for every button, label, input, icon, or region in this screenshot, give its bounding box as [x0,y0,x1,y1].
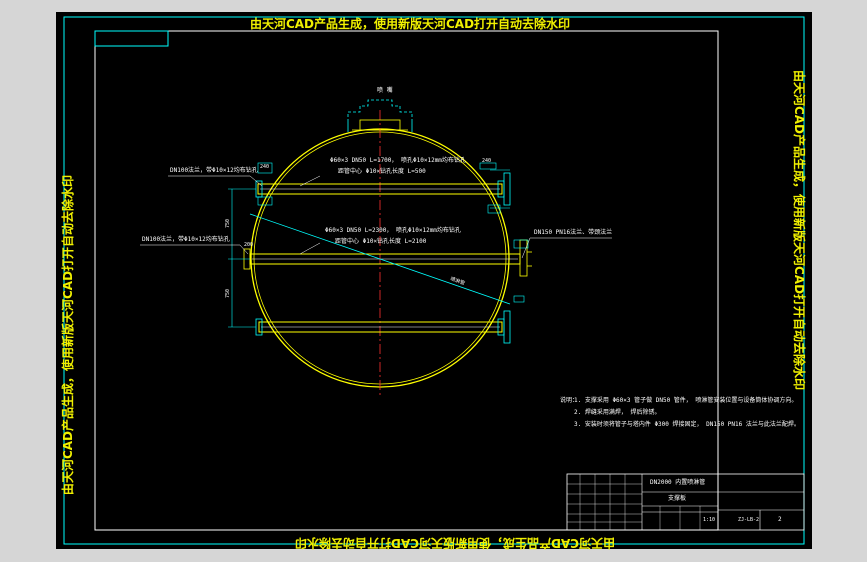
note-line-3: 3. 安装时须将管子与塔内件 Φ300 焊接固定， DN150 PN16 法兰与… [574,420,800,428]
pipe2-callout: DN100法兰，带Φ10×12均布钻孔 [142,235,230,243]
title-code: ZJ-LB-2 [738,517,759,523]
dim-flange: 200 [244,242,253,248]
watermark-right: 由天河CAD产品生成，使用新版天河CAD打开自动去除水印 [792,70,807,390]
watermark-bottom: 由天河CAD产品生成，使用新版天河CAD打开自动去除水印 [295,536,615,551]
cad-drawing[interactable]: 由天河CAD产品生成，使用新版天河CAD打开自动去除水印 由天河CAD产品生成，… [0,0,867,562]
dim-top-left: 240 [260,164,269,170]
title-scale: 1:10 [703,517,715,523]
dim-left-bottom: 750 [225,289,231,298]
drawing-canvas [56,12,812,549]
dim-top-right: 240 [482,158,491,164]
pipe2-spec: Φ60×3 DN50 L=2300， 喷孔Φ10×12mm均布钻孔 [325,226,461,234]
pipe1-sub: 距管中心 Φ10×钻孔长度 L=500 [338,167,426,175]
note-line-1: 1. 支撑采用 Φ60×3 管子做 DN50 管件， 喷淋管安装位置与设备筒体协… [574,396,797,404]
title-sheet: 2 [778,516,782,523]
watermark-top: 由天河CAD产品生成，使用新版天河CAD打开自动去除水印 [250,16,570,31]
dim-left-top: 750 [225,219,231,228]
pipe1-callout: DN100法兰，带Φ10×12均布钻孔 [170,166,258,174]
pipe1-spec: Φ60×3 DN50 L=1700， 喷孔Φ10×12mm均布钻孔 [330,156,466,164]
pipe2-sub: 距管中心 Φ10×钻孔长度 L=2100 [335,237,427,245]
right-callout: DN150 PN16法兰、带颈法兰 [534,228,612,236]
watermark-left: 由天河CAD产品生成，使用新版天河CAD打开自动去除水印 [60,175,75,495]
title-sub-name: 支撑板 [668,494,686,502]
title-drawing-name: DN2000 内置喷淋管 [650,478,705,486]
cad-viewport[interactable]: 由天河CAD产品生成，使用新版天河CAD打开自动去除水印 由天河CAD产品生成，… [0,0,867,562]
top-nozzle-label: 喷 嘴 [377,86,393,94]
note-line-2: 2. 焊缝采用满焊， 焊后除锈。 [574,408,660,416]
